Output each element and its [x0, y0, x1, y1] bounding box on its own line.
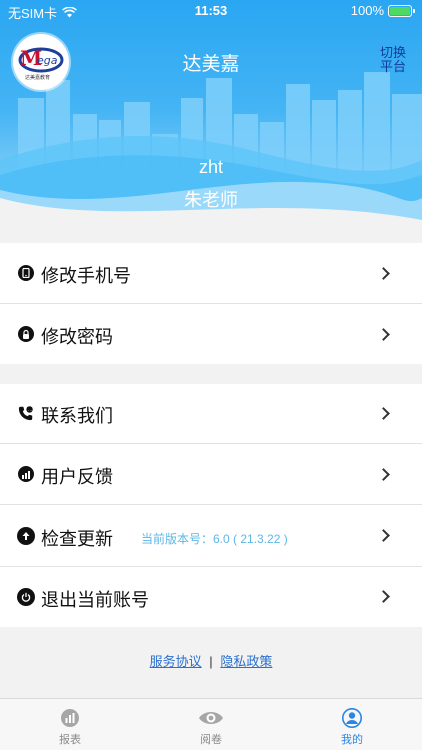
tab-mine[interactable]: 我的: [282, 699, 422, 750]
menu-item-label: 联系我们: [41, 406, 113, 426]
page-title: 达美嘉: [182, 54, 240, 75]
privacy-policy-link[interactable]: 隐私政策: [220, 654, 272, 669]
chevron-right-icon: [377, 529, 390, 542]
chevron-right-icon: [377, 407, 390, 420]
menu-item-check-update[interactable]: 检查更新 当前版本号：6.0 ( 21.3.22 ): [0, 505, 422, 567]
chevron-right-icon: [377, 590, 390, 603]
menu-item-change-password[interactable]: 修改密码: [0, 304, 422, 364]
tab-label: 报表: [59, 734, 81, 746]
eye-icon: [199, 712, 223, 724]
menu-item-feedback[interactable]: 用户反馈: [0, 444, 422, 505]
menu-item-label: 修改手机号: [41, 266, 131, 286]
user-role: 朱老师: [184, 190, 238, 210]
lock-icon: [18, 326, 34, 342]
menu-item-contact-us[interactable]: … 联系我们: [0, 384, 422, 444]
battery-percent: 100%: [350, 3, 384, 18]
chevron-right-icon: [377, 468, 390, 481]
menu-item-label: 修改密码: [41, 327, 113, 347]
svg-text:…: …: [28, 408, 32, 413]
status-right: 100%: [350, 3, 415, 18]
chevron-right-icon: [377, 267, 390, 280]
battery-icon: [388, 4, 415, 17]
chart-icon: [18, 466, 34, 482]
power-icon: [17, 588, 35, 606]
footer-links: 服务协议 | 隐私政策: [0, 651, 422, 670]
user-name: zht: [198, 157, 223, 177]
profile-page: 无SIM卡 11:53 100% M ega 达美嘉教育 达美嘉 切换 平台 z…: [0, 0, 422, 750]
tab-report[interactable]: 报表: [0, 699, 140, 750]
profile-header: 无SIM卡 11:53 100% M ega 达美嘉教育 达美嘉 切换 平台 z…: [0, 0, 422, 243]
status-bar: 无SIM卡 11:53 100%: [0, 0, 422, 22]
phone-icon: [18, 265, 34, 281]
chevron-right-icon: [377, 328, 390, 341]
tab-label: 阅卷: [200, 734, 222, 746]
tab-review[interactable]: 阅卷: [141, 699, 281, 750]
service-agreement-link[interactable]: 服务协议: [150, 654, 202, 669]
menu-item-logout[interactable]: 退出当前账号: [0, 567, 422, 627]
tab-bar: 报表 阅卷 我的: [0, 698, 422, 750]
user-icon: [342, 708, 362, 728]
switch-platform-button[interactable]: 切换 平台: [378, 46, 408, 74]
link-separator: |: [209, 654, 213, 669]
report-icon: [61, 709, 79, 727]
menu-item-label: 退出当前账号: [41, 590, 149, 610]
update-icon: [17, 527, 35, 545]
menu-item-label: 用户反馈: [41, 467, 113, 487]
call-icon: …: [18, 405, 34, 421]
wave-decoration: [0, 136, 422, 243]
version-text: 当前版本号：6.0 ( 21.3.22 ): [141, 532, 288, 546]
menu-item-change-phone[interactable]: 修改手机号: [0, 243, 422, 304]
menu-item-label: 检查更新: [41, 529, 113, 549]
tab-label: 我的: [341, 734, 363, 746]
